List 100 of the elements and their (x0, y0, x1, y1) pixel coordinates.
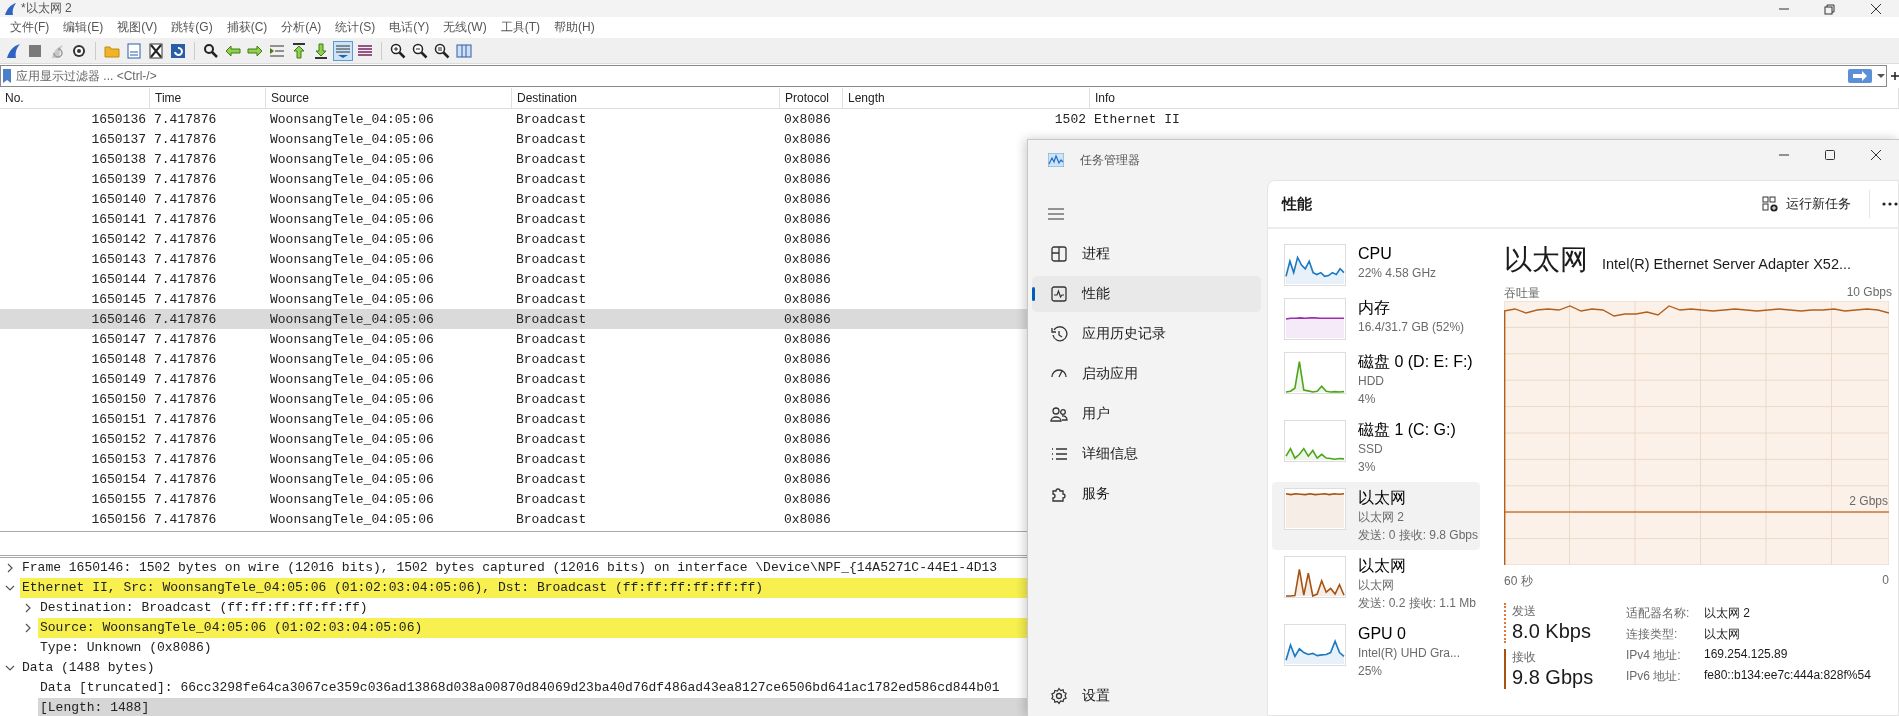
packet-row[interactable]: 1650149 7.417876 WoonsangTele_04:05:06 Broadcast 0x8086 (0, 369, 1027, 389)
pulse-icon (1050, 285, 1068, 303)
packet-row[interactable]: 1650156 7.417876 WoonsangTele_04:05:06 Broadcast 0x8086 (0, 509, 1027, 529)
menu-item[interactable]: 视图(V) (110, 19, 165, 36)
resource-item[interactable]: 以太网 以太网 发送: 0.2 接收: 1.1 Mb (1272, 550, 1480, 618)
time-label: 60 秒 (1504, 573, 1533, 590)
menu-item[interactable]: 跳转(G) (164, 19, 220, 36)
resource-item[interactable]: 磁盘 1 (C: G:) SSD 3% (1272, 414, 1480, 482)
table-cell-text: 1650151 (90, 411, 147, 427)
table-cell-text: 1650145 (90, 291, 147, 307)
menu-item[interactable]: 文件(F) (3, 19, 57, 36)
packet-row[interactable]: 1650150 7.417876 WoonsangTele_04:05:06 Broadcast 0x8086 (0, 389, 1027, 409)
nav-item[interactable]: 用户 (1032, 396, 1261, 432)
tree-item[interactable]: Type: Unknown (0x8086) (38, 638, 1027, 658)
tree-item[interactable]: Data (1488 bytes) (20, 658, 1027, 678)
table-cell-text: 0x8086 (783, 391, 832, 407)
packet-row[interactable]: 1650137 7.417876 WoonsangTele_04:05:06 Broadcast 0x8086 (0, 129, 1027, 149)
dropdown-caret-icon[interactable] (1876, 73, 1886, 79)
menu-icon[interactable] (1048, 208, 1064, 220)
table-cell-text: 1650136 (90, 111, 147, 127)
table-cell-text: 0x8086 (783, 331, 832, 347)
menu-item[interactable]: 工具(T) (493, 19, 547, 36)
packet-row[interactable]: 1650141 7.417876 WoonsangTele_04:05:06 Broadcast 0x8086 (0, 209, 1027, 229)
packet-row[interactable]: 1650142 7.417876 WoonsangTele_04:05:06 Broadcast 0x8086 (0, 229, 1027, 249)
column-header[interactable]: Destination (512, 88, 780, 108)
packet-row[interactable]: 1650153 7.417876 WoonsangTele_04:05:06 Broadcast 0x8086 (0, 449, 1027, 469)
table-cell-text: 7.417876 (153, 431, 218, 447)
tree-item[interactable]: Data [truncated]: 66cc3298fe64ca3067ce359c036ad13868d038a00870d84069d23ba40d76df486ad43ea8127ce6506bd641ac1782ed586cd844b01 (38, 678, 1027, 698)
packet-row[interactable]: 1650147 7.417876 WoonsangTele_04:05:06 Broadcast 0x8086 (0, 329, 1027, 349)
property-value: 以太网 2 (1704, 605, 1751, 622)
resize-columns-icon (456, 42, 472, 59)
zoom-out-icon (412, 42, 428, 59)
table-cell-text: WoonsangTele_04:05:06 (269, 511, 435, 527)
resource-item[interactable]: 内存 16.4/31.7 GB (52%) (1272, 292, 1480, 346)
column-header[interactable]: No. (0, 88, 150, 108)
resource-item[interactable]: CPU 22% 4.58 GHz (1272, 238, 1480, 292)
column-header[interactable]: Time (150, 88, 266, 108)
table-cell-text: 7.417876 (153, 111, 218, 127)
menu-item[interactable]: 帮助(H) (547, 19, 602, 36)
tree-item[interactable]: Destination: Broadcast (ff:ff:ff:ff:ff:ff) (38, 598, 1027, 618)
packet-row[interactable]: 1650138 7.417876 WoonsangTele_04:05:06 Broadcast 0x8086 (0, 149, 1027, 169)
menu-item[interactable]: 电话(Y) (382, 19, 437, 36)
nav-item[interactable]: 详细信息 (1032, 436, 1261, 472)
packet-row[interactable]: 1650136 7.417876 WoonsangTele_04:05:06 Broadcast 0x8086 1502 Ethernet II (0, 109, 1899, 129)
column-header[interactable]: Protocol (780, 88, 843, 108)
packet-row[interactable]: 1650140 7.417876 WoonsangTele_04:05:06 Broadcast 0x8086 (0, 189, 1027, 209)
packet-row[interactable]: 1650144 7.417876 WoonsangTele_04:05:06 Broadcast 0x8086 (0, 269, 1027, 289)
packet-row[interactable]: 1650146 7.417876 WoonsangTele_04:05:06 Broadcast 0x8086 (0, 309, 1027, 329)
menu-item[interactable]: 无线(W) (436, 19, 494, 36)
close-file-button[interactable] (146, 40, 166, 61)
table-cell-text: WoonsangTele_04:05:06 (269, 391, 435, 407)
run-task-button[interactable]: 运行新任务 (1754, 191, 1859, 217)
packet-row[interactable]: 1650152 7.417876 WoonsangTele_04:05:06 Broadcast 0x8086 (0, 429, 1027, 449)
filter-bar[interactable]: 应用显示过滤器 ... <Ctrl-/> (0, 65, 1887, 87)
tree-item[interactable]: Frame 1650146: 1502 bytes on wire (12016 bits), 1502 bytes captured (12016 bits) on interface \Device\NPF_{14A5271C-44E1-4D13 (20, 558, 1027, 578)
table-cell-text: 0x8086 (783, 471, 832, 487)
table-cell-text: Broadcast (515, 471, 588, 487)
table-cell-text: 1650141 (90, 211, 147, 227)
more-icon[interactable] (1882, 202, 1898, 206)
menu-item[interactable]: 统计(S) (328, 19, 383, 36)
property-value: 169.254.125.89 (1704, 647, 1789, 663)
table-cell-text: Broadcast (515, 491, 588, 507)
table-cell-text: Broadcast (515, 191, 588, 207)
table-cell-text: 1650138 (90, 151, 147, 167)
packet-row[interactable]: 1650155 7.417876 WoonsangTele_04:05:06 Broadcast 0x8086 (0, 489, 1027, 509)
packet-row[interactable]: 1650151 7.417876 WoonsangTele_04:05:06 Broadcast 0x8086 (0, 409, 1027, 429)
resource-item[interactable]: 以太网 以太网 2 发送: 0 接收: 9.8 Gbps (1272, 482, 1480, 550)
plus-icon[interactable] (1891, 71, 1899, 81)
nav-item[interactable]: 设置 (1032, 678, 1261, 714)
resource-item[interactable]: GPU 0 Intel(R) UHD Gra... 25% (1272, 618, 1480, 686)
tree-item[interactable]: Source: WoonsangTele_04:05:06 (01:02:03:04:05:06) (38, 618, 1027, 638)
packet-row[interactable]: 1650145 7.417876 WoonsangTele_04:05:06 Broadcast 0x8086 (0, 289, 1027, 309)
nav-item[interactable]: 服务 (1032, 476, 1261, 512)
autoscroll-button[interactable] (333, 40, 353, 61)
packet-row[interactable]: 1650143 7.417876 WoonsangTele_04:05:06 Broadcast 0x8086 (0, 249, 1027, 269)
resource-item[interactable]: 磁盘 0 (D: E: F:) HDD 4% (1272, 346, 1480, 414)
table-cell-text: 1650146 (90, 311, 147, 327)
window-title: 任务管理器 (1080, 151, 1140, 169)
nav-item[interactable]: 应用历史记录 (1032, 316, 1261, 352)
menu-item[interactable]: 编辑(E) (56, 19, 111, 36)
column-header[interactable]: Info (1090, 88, 1899, 108)
table-cell-text: WoonsangTele_04:05:06 (269, 171, 435, 187)
nav-item[interactable]: 启动应用 (1032, 356, 1261, 392)
packet-row[interactable]: 1650154 7.417876 WoonsangTele_04:05:06 Broadcast 0x8086 (0, 469, 1027, 489)
table-cell-text: 1650148 (90, 351, 147, 367)
adapter-title: 以太网 (1504, 243, 1588, 277)
packet-row[interactable]: 1650148 7.417876 WoonsangTele_04:05:06 Broadcast 0x8086 (0, 349, 1027, 369)
table-cell-text: WoonsangTele_04:05:06 (269, 291, 435, 307)
nav-item[interactable]: 性能 (1032, 276, 1261, 312)
packet-row[interactable]: 1650139 7.417876 WoonsangTele_04:05:06 Broadcast 0x8086 (0, 169, 1027, 189)
apply-button[interactable] (1848, 69, 1872, 83)
column-header[interactable]: Length (843, 88, 1090, 108)
table-cell-text: 7.417876 (153, 331, 218, 347)
tree-item[interactable]: [Length: 1488] (38, 698, 1027, 716)
tree-item[interactable]: Ethernet II, Src: WoonsangTele_04:05:06 (01:02:03:04:05:06), Dst: Broadcast (ff:ff:ff:ff:ff:ff) (20, 578, 1027, 598)
menu-item[interactable]: 捕获(C) (219, 19, 275, 36)
table-cell-text: 7.417876 (153, 511, 218, 527)
column-header[interactable]: Source (266, 88, 512, 108)
menu-item[interactable]: 分析(A) (274, 19, 329, 36)
nav-item[interactable]: 进程 (1032, 236, 1261, 272)
